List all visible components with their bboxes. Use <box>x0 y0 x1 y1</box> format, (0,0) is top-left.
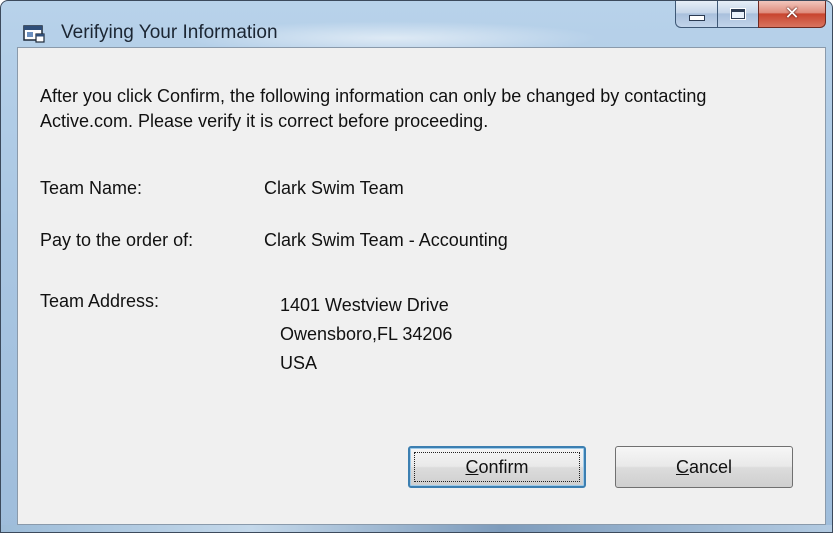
close-button[interactable]: ✕ <box>758 1 826 28</box>
title-bar[interactable]: Verifying Your Information ✕ <box>1 1 832 45</box>
confirm-accelerator: C <box>465 456 479 477</box>
team-address-value: 1401 Westview Drive Owensboro,FL 34206 U… <box>280 291 452 378</box>
intro-message: After you click Confirm, the following i… <box>40 86 707 131</box>
minimize-button[interactable] <box>675 1 717 28</box>
cancel-button[interactable]: Cancel <box>615 446 793 488</box>
maximize-icon <box>730 8 746 20</box>
address-line-3: USA <box>280 353 318 373</box>
pay-to-value: Clark Swim Team - Accounting <box>264 230 508 250</box>
cancel-button-label: Cancel <box>676 457 732 478</box>
confirm-label-rest: onfirm <box>478 456 529 477</box>
application-window-icon[interactable] <box>23 25 45 43</box>
confirm-button[interactable]: Confirm <box>408 446 586 488</box>
dialog-body: After you click Confirm, the following i… <box>17 47 826 525</box>
dialog-window: Verifying Your Information ✕ After you c… <box>0 0 833 533</box>
minimize-icon <box>688 15 705 21</box>
team-name-label: Team Name: <box>40 178 143 198</box>
cancel-label-rest: ancel <box>688 456 733 477</box>
window-bottom-border <box>1 525 832 532</box>
address-line-2: Owensboro,FL 34206 <box>280 324 453 344</box>
confirm-button-label: Confirm <box>465 457 528 478</box>
cancel-accelerator: C <box>675 456 689 477</box>
window-title: Verifying Your Information <box>61 22 278 43</box>
pay-to-label: Pay to the order of: <box>40 230 194 250</box>
address-line-1: 1401 Westview Drive <box>280 295 449 315</box>
maximize-button[interactable] <box>717 1 758 28</box>
close-icon: ✕ <box>784 3 800 24</box>
team-name-value: Clark Swim Team <box>264 178 404 198</box>
team-address-label: Team Address: <box>40 291 160 311</box>
caption-buttons: ✕ <box>675 1 826 29</box>
